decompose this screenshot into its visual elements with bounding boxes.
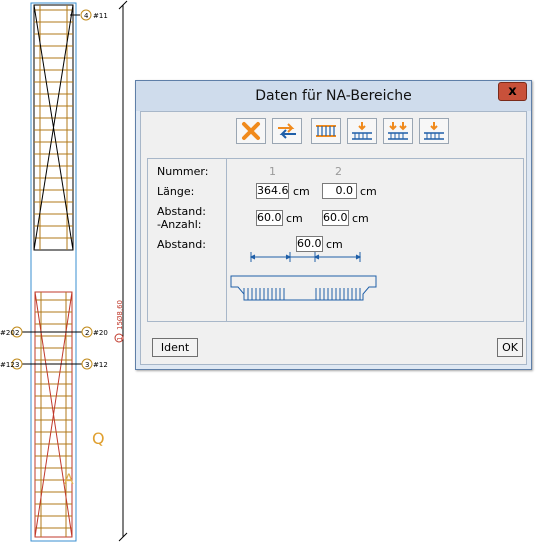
dimension-line [118,0,128,542]
marker-right-3-id: 3 [85,361,89,369]
stirrup-diagram [230,252,377,301]
dimension-label: 15Ø8,60 [116,300,124,330]
marker-left-3-id: 3 [15,361,19,369]
letter-a: A [64,472,74,488]
close-button[interactable]: x [498,82,527,101]
marker-4-id: 4 [84,12,89,20]
column-1-number: 1 [269,165,276,178]
ok-button[interactable]: OK [497,338,523,357]
abstand-field-1[interactable]: 60.0 [256,210,283,226]
marker-4-label: #11 [93,12,108,20]
laenge-field-2[interactable]: 0.0 [322,183,357,199]
dialog-client: Nummer: Länge: Abstand: -Anzahl: Abstand… [140,111,527,365]
laenge-unit-2: cm [360,185,377,198]
laenge-label: Länge: [157,185,195,198]
group-divider [226,159,227,321]
stirrup-add-button[interactable] [311,118,341,144]
marker-left-3-label: #12 [0,361,15,369]
dialog-title: Daten für NA-Bereiche [255,88,412,104]
na-data-group: Nummer: Länge: Abstand: -Anzahl: Abstand… [147,158,524,322]
abstand-unit-2: cm [352,212,369,225]
abstand-unit-1: cm [286,212,303,225]
stirrup-insert-button[interactable] [347,118,377,144]
column-2-number: 2 [335,165,342,178]
dialog-titlebar[interactable]: Daten für NA-Bereiche x [136,81,531,111]
stirrup-single-button[interactable] [419,118,449,144]
abstand-label: Abstand: [157,238,206,251]
abstand-field-2[interactable]: 60.0 [322,210,349,226]
nummer-label: Nummer: [157,165,209,178]
marker-left-2-id: 2 [15,329,19,337]
dimension-marker-id: 1 [116,337,124,341]
letter-q: Q [92,429,105,448]
na-bereiche-dialog: Daten für NA-Bereiche x Nummer: Länge: A… [135,80,532,370]
marker-right-2-id: 2 [85,329,89,337]
delete-button[interactable] [236,118,266,144]
marker-right-2-label: #20 [93,329,108,337]
ident-button[interactable]: Ident [152,338,198,357]
swap-button[interactable] [272,118,302,144]
marker-left-2-label: #20 [0,329,15,337]
abstand-anzahl-label-1: Abstand: [157,205,206,218]
column-outline [30,2,77,542]
abstand-anzahl-label-2: -Anzahl: [157,218,202,231]
laenge-field-1[interactable]: 364.6 [256,183,289,199]
marker-right-3-label: #12 [93,361,108,369]
laenge-unit-1: cm [293,185,310,198]
stirrup-double-button[interactable] [383,118,413,144]
